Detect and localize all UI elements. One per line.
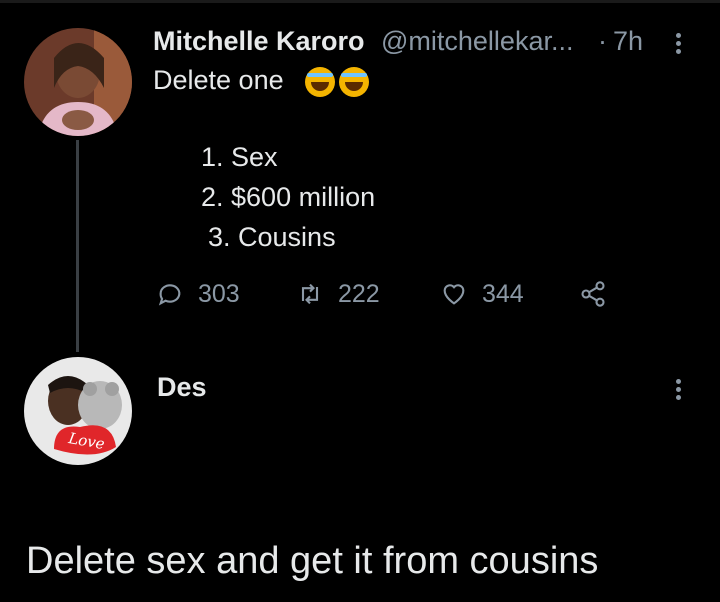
avatar-des[interactable]: Love	[24, 357, 132, 465]
retweet-icon	[301, 283, 319, 305]
like-button[interactable]: 344	[440, 278, 524, 310]
retweet-count: 222	[338, 279, 380, 308]
laughing-crying-emoji	[305, 66, 336, 97]
reply-count: 303	[198, 279, 240, 308]
author-handle[interactable]: @mitchellekar...	[381, 26, 573, 57]
avatar-mitchelle[interactable]	[24, 28, 132, 136]
list-item: 3. Cousins	[208, 222, 336, 252]
reply-text: Delete sex and get it from cousins	[26, 540, 599, 582]
top-divider	[0, 0, 720, 3]
laughing-crying-emoji	[339, 66, 370, 97]
reply-icon	[158, 284, 181, 306]
heart-icon	[443, 284, 465, 305]
tweet-text: Delete one	[153, 65, 370, 97]
list-item: 2. $600 million	[201, 182, 376, 212]
share-icon	[581, 281, 605, 307]
reply-button[interactable]: 303	[156, 278, 240, 310]
reply-author-name[interactable]: Des	[157, 372, 207, 403]
tweet-text-line: Delete one	[153, 65, 284, 95]
like-count: 344	[482, 279, 524, 308]
share-button[interactable]	[579, 278, 607, 310]
thread-connector-line	[76, 140, 79, 352]
retweet-button[interactable]: 222	[296, 278, 380, 310]
more-options-icon[interactable]	[676, 30, 681, 57]
time-separator: ·	[598, 26, 607, 56]
list-item: 1. Sex	[201, 142, 278, 172]
timestamp[interactable]: 7h	[613, 26, 643, 57]
more-options-icon[interactable]	[676, 376, 681, 403]
author-name[interactable]: Mitchelle Karoro	[153, 26, 365, 57]
